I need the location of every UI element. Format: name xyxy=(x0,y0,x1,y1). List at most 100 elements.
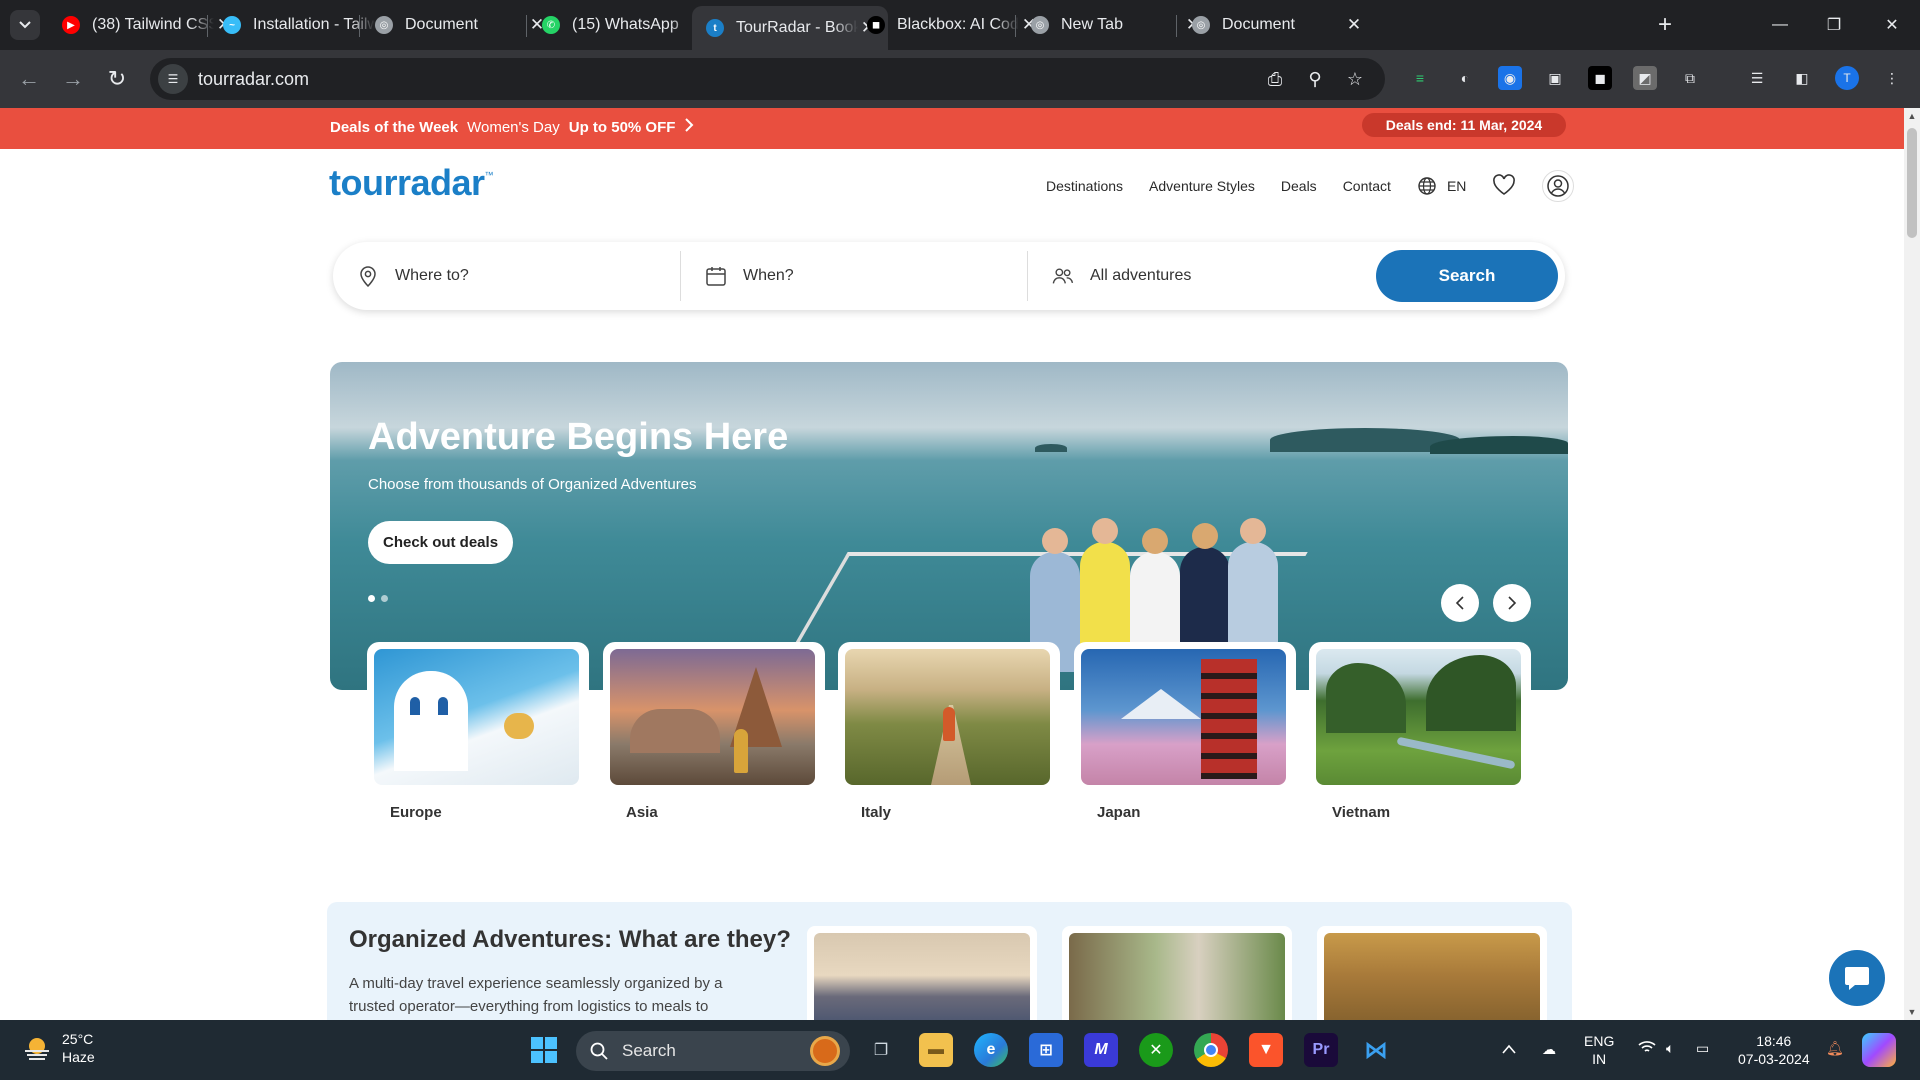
task-view-icon[interactable]: ❐ xyxy=(864,1033,898,1067)
weather-widget[interactable]: 25°C Haze xyxy=(22,1030,95,1066)
chrome-menu-icon[interactable]: ⋮ xyxy=(1880,66,1904,90)
profile-avatar[interactable]: T xyxy=(1835,66,1859,90)
chevron-left-icon xyxy=(1455,596,1464,610)
bookmark-star-icon[interactable]: ☆ xyxy=(1342,66,1368,92)
destination-card-japan[interactable]: Japan xyxy=(1074,642,1296,821)
language-line2: IN xyxy=(1592,1051,1607,1067)
chevron-down-icon xyxy=(19,21,31,29)
search-button[interactable]: Search xyxy=(1376,250,1558,302)
page-scrollbar[interactable]: ▲ ▼ xyxy=(1904,108,1920,1020)
extension-icon-4[interactable]: ▣ xyxy=(1543,66,1567,90)
edge-browser-icon[interactable]: e xyxy=(974,1033,1008,1067)
app-icon[interactable]: M xyxy=(1084,1033,1118,1067)
haze-sun-icon xyxy=(25,1038,49,1060)
extension-icon-1[interactable]: ≡ xyxy=(1408,66,1432,90)
tab-close-icon[interactable]: ✕ xyxy=(1344,15,1364,35)
promo-banner[interactable]: Deals of the Week Women's Day Up to 50% … xyxy=(0,108,1904,149)
zoom-icon[interactable]: ⚲ xyxy=(1302,66,1328,92)
reading-list-icon[interactable]: ☰ xyxy=(1745,66,1769,90)
destination-card-europe[interactable]: Europe xyxy=(367,642,589,821)
adventure-type-field[interactable]: All adventures xyxy=(1027,251,1374,301)
install-app-icon[interactable]: ⎙ xyxy=(1262,66,1288,92)
microsoft-store-icon[interactable]: ⊞ xyxy=(1029,1033,1063,1067)
taskbar-search[interactable]: Search xyxy=(576,1031,850,1071)
xbox-icon[interactable]: ✕ xyxy=(1139,1033,1173,1067)
organized-card[interactable] xyxy=(1317,926,1547,1020)
language-indicator[interactable]: ENG IN xyxy=(1584,1032,1614,1068)
deals-end-badge: Deals end: 11 Mar, 2024 xyxy=(1362,113,1566,137)
url-text: tourradar.com xyxy=(198,68,310,89)
page-viewport: Deals of the Week Women's Day Up to 50% … xyxy=(0,108,1920,1020)
hikers-photo-image xyxy=(1324,933,1540,1020)
tab-search-button[interactable] xyxy=(10,10,40,40)
chat-support-button[interactable] xyxy=(1829,950,1885,1006)
onedrive-offline-icon[interactable]: ☁ xyxy=(1542,1040,1556,1058)
new-tab-button[interactable]: + xyxy=(1650,10,1680,40)
notification-bell-icon[interactable]: 🔔︎ xyxy=(1826,1039,1844,1057)
tab-title: Document xyxy=(405,16,478,33)
carousel-dot[interactable] xyxy=(368,595,375,602)
show-hidden-icons-chevron[interactable] xyxy=(1502,1040,1516,1058)
back-button[interactable]: ← xyxy=(14,64,44,94)
carousel-prev-button[interactable] xyxy=(1441,584,1479,622)
side-panel-icon[interactable]: ◧ xyxy=(1790,66,1814,90)
extension-icon-2[interactable]: ◐ xyxy=(1453,66,1477,90)
date-field[interactable]: When? xyxy=(680,251,1027,301)
nav-adventure-styles[interactable]: Adventure Styles xyxy=(1149,178,1255,194)
extension-icon-6[interactable]: ◩ xyxy=(1633,66,1657,90)
close-window-button[interactable]: ✕ xyxy=(1864,0,1920,50)
reload-button[interactable]: ↻ xyxy=(102,64,132,94)
destination-placeholder: Where to? xyxy=(395,267,469,284)
brave-browser-icon[interactable]: ▼ xyxy=(1249,1033,1283,1067)
nav-contact[interactable]: Contact xyxy=(1343,178,1391,194)
organized-card[interactable] xyxy=(1062,926,1292,1020)
destination-card-italy[interactable]: Italy xyxy=(838,642,1060,821)
scroll-up-arrow[interactable]: ▲ xyxy=(1904,108,1920,124)
destination-card-vietnam[interactable]: Vietnam xyxy=(1309,642,1531,821)
logo-tm: ™ xyxy=(484,170,494,180)
destination-field[interactable]: Where to? xyxy=(333,242,680,310)
clock[interactable]: 18:46 07-03-2024 xyxy=(1738,1032,1810,1068)
nav-deals[interactable]: Deals xyxy=(1281,178,1317,194)
extension-icon-3[interactable]: ◉ xyxy=(1498,66,1522,90)
account-icon[interactable] xyxy=(1542,170,1575,202)
chrome-icon[interactable] xyxy=(1194,1033,1228,1067)
minimize-button[interactable]: — xyxy=(1752,0,1808,50)
destination-name: Asia xyxy=(626,804,658,821)
scroll-down-arrow[interactable]: ▼ xyxy=(1904,1004,1920,1020)
vscode-icon[interactable]: ⋈ xyxy=(1359,1033,1393,1067)
scrollbar-thumb[interactable] xyxy=(1907,128,1917,238)
premiere-pro-icon[interactable]: Pr xyxy=(1304,1033,1338,1067)
carousel-next-button[interactable] xyxy=(1493,584,1531,622)
vietnam-image xyxy=(1316,649,1521,785)
organized-card[interactable] xyxy=(807,926,1037,1020)
extensions-puzzle-icon[interactable]: ⧉ xyxy=(1678,66,1702,90)
extension-icon-5[interactable]: ◼ xyxy=(1588,66,1612,90)
browser-tab[interactable]: ◎ Document ✕ xyxy=(1178,6,1374,44)
language-selector[interactable]: EN xyxy=(1417,176,1466,196)
windows-start-icon[interactable] xyxy=(527,1033,561,1067)
volume-icon[interactable]: 🔈︎ xyxy=(1666,1039,1674,1057)
file-explorer-icon[interactable]: ▬ xyxy=(919,1033,953,1067)
taskbar-search-label: Search xyxy=(622,1041,676,1060)
destination-card-asia[interactable]: Asia xyxy=(603,642,825,821)
wifi-icon[interactable] xyxy=(1638,1040,1656,1058)
tab-separator xyxy=(1015,15,1016,37)
chevron-right-icon xyxy=(684,118,694,136)
tourradar-logo[interactable]: tourradar™ xyxy=(329,162,494,204)
nav-destinations[interactable]: Destinations xyxy=(1046,178,1123,194)
forward-button[interactable]: → xyxy=(58,64,88,94)
wishlist-heart-icon[interactable] xyxy=(1492,173,1516,199)
language-line1: ENG xyxy=(1584,1033,1615,1049)
restore-button[interactable]: ❐ xyxy=(1806,0,1862,50)
carousel-dot[interactable] xyxy=(381,595,388,602)
address-bar[interactable]: ☰ tourradar.com ⎙ ⚲ ☆ xyxy=(150,58,1385,100)
check-out-deals-button[interactable]: Check out deals xyxy=(368,521,514,564)
tab-favicon-icon: ▶ xyxy=(62,16,80,34)
destination-name: Japan xyxy=(1097,804,1141,821)
copilot-icon[interactable] xyxy=(1862,1033,1896,1067)
search-highlight-icon xyxy=(810,1036,840,1066)
tab-favicon-icon: ◎ xyxy=(1031,16,1049,34)
site-info-icon[interactable]: ☰ xyxy=(158,64,188,94)
battery-icon[interactable]: ▭ xyxy=(1696,1039,1709,1057)
